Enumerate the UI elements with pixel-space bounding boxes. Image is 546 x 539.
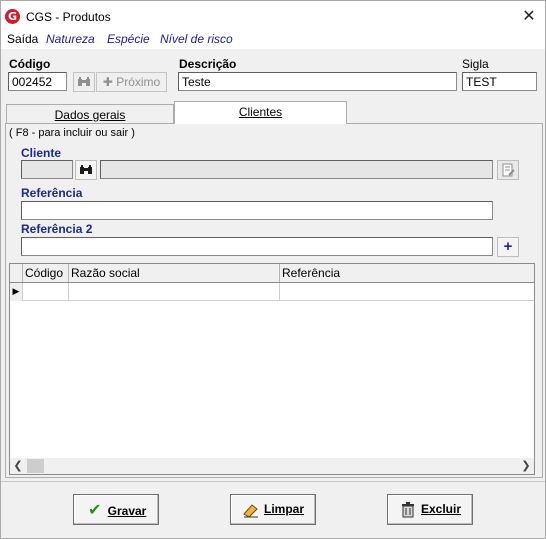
codigo-label: Código (9, 57, 51, 71)
limpar-label: Limpar (263, 502, 304, 516)
codigo-input[interactable]: 002452 (8, 72, 67, 91)
clientes-grid[interactable]: Código Razão social Referência ▶ ❮ ❯ (9, 263, 535, 475)
gravar-button[interactable]: ✔ Gravar (73, 494, 159, 525)
app-window: G CGS - Produtos ✕ Saída Natureza Espéci… (0, 0, 546, 539)
cliente-search-button[interactable] (75, 160, 97, 180)
search-button[interactable] (73, 72, 95, 92)
menu-natureza[interactable]: Natureza (46, 32, 95, 46)
referencia2-label: Referência 2 (21, 222, 93, 236)
descricao-input[interactable]: Teste (178, 72, 457, 91)
cliente-edit-button[interactable] (497, 160, 519, 180)
menu-especie[interactable]: Espécie (107, 32, 150, 46)
column-header-referencia[interactable]: Referência (280, 264, 534, 282)
cliente-name-input[interactable] (100, 160, 493, 179)
excluir-label: Excluir (420, 502, 462, 516)
binoculars-icon (78, 77, 90, 86)
table-row[interactable]: ▶ (10, 283, 534, 301)
tab-label: Dados gerais (54, 108, 126, 122)
app-logo-icon: G (5, 9, 20, 24)
action-bar: ✔ Gravar Limpar Excluir (1, 481, 545, 538)
grid-header: Código Razão social Referência (10, 264, 534, 283)
cell-razao-social[interactable] (69, 283, 280, 301)
scroll-thumb[interactable] (27, 459, 44, 473)
grid-indicator-header (10, 264, 23, 282)
scroll-right-icon[interactable]: ❯ (518, 458, 534, 474)
cliente-label: Cliente (21, 146, 62, 160)
column-header-codigo[interactable]: Código (23, 264, 69, 282)
window-title: CGS - Produtos (26, 10, 111, 24)
scroll-left-icon[interactable]: ❮ (10, 458, 26, 474)
proximo-button[interactable]: ✚ Próximo (96, 72, 167, 92)
menu-bar: Saída Natureza Espécie Nível de risco (1, 31, 545, 49)
plus-icon: ✚ (102, 75, 113, 89)
menu-nivel-risco[interactable]: Nível de risco (160, 32, 233, 46)
add-button[interactable]: + (497, 237, 519, 257)
referencia2-input[interactable] (21, 237, 493, 256)
tab-clientes[interactable]: Clientes (174, 101, 347, 124)
sigla-label: Sigla (462, 57, 489, 71)
edit-document-icon (502, 163, 515, 177)
checkmark-icon: ✔ (87, 500, 102, 519)
cliente-code-input[interactable] (21, 160, 73, 179)
menu-saida[interactable]: Saída (7, 32, 38, 46)
limpar-button[interactable]: Limpar (230, 494, 316, 525)
title-bar: G CGS - Produtos ✕ (1, 1, 545, 31)
eraser-icon (242, 495, 260, 524)
tab-control: Dados gerais Clientes ( F8 - para inclui… (5, 101, 543, 478)
horizontal-scrollbar[interactable]: ❮ ❯ (10, 458, 534, 474)
close-button[interactable]: ✕ (513, 1, 545, 31)
cell-referencia[interactable] (280, 283, 534, 301)
row-indicator-icon: ▶ (10, 283, 23, 301)
referencia-input[interactable] (21, 201, 493, 220)
referencia-label: Referência (21, 186, 83, 200)
tab-label: Clientes (238, 105, 283, 119)
cell-codigo[interactable] (23, 283, 69, 301)
f8-hint: ( F8 - para incluir ou sair ) (9, 127, 135, 139)
gravar-label: Gravar (107, 504, 147, 518)
sigla-input[interactable]: TEST (462, 72, 537, 91)
proximo-label: Próximo (116, 75, 161, 89)
clientes-panel: ( F8 - para incluir ou sair ) Cliente Re… (5, 123, 543, 478)
excluir-button[interactable]: Excluir (387, 494, 473, 525)
binoculars-icon (80, 165, 92, 174)
column-header-razao-social[interactable]: Razão social (69, 264, 280, 282)
descricao-label: Descrição (179, 57, 237, 71)
trash-icon (399, 495, 417, 524)
